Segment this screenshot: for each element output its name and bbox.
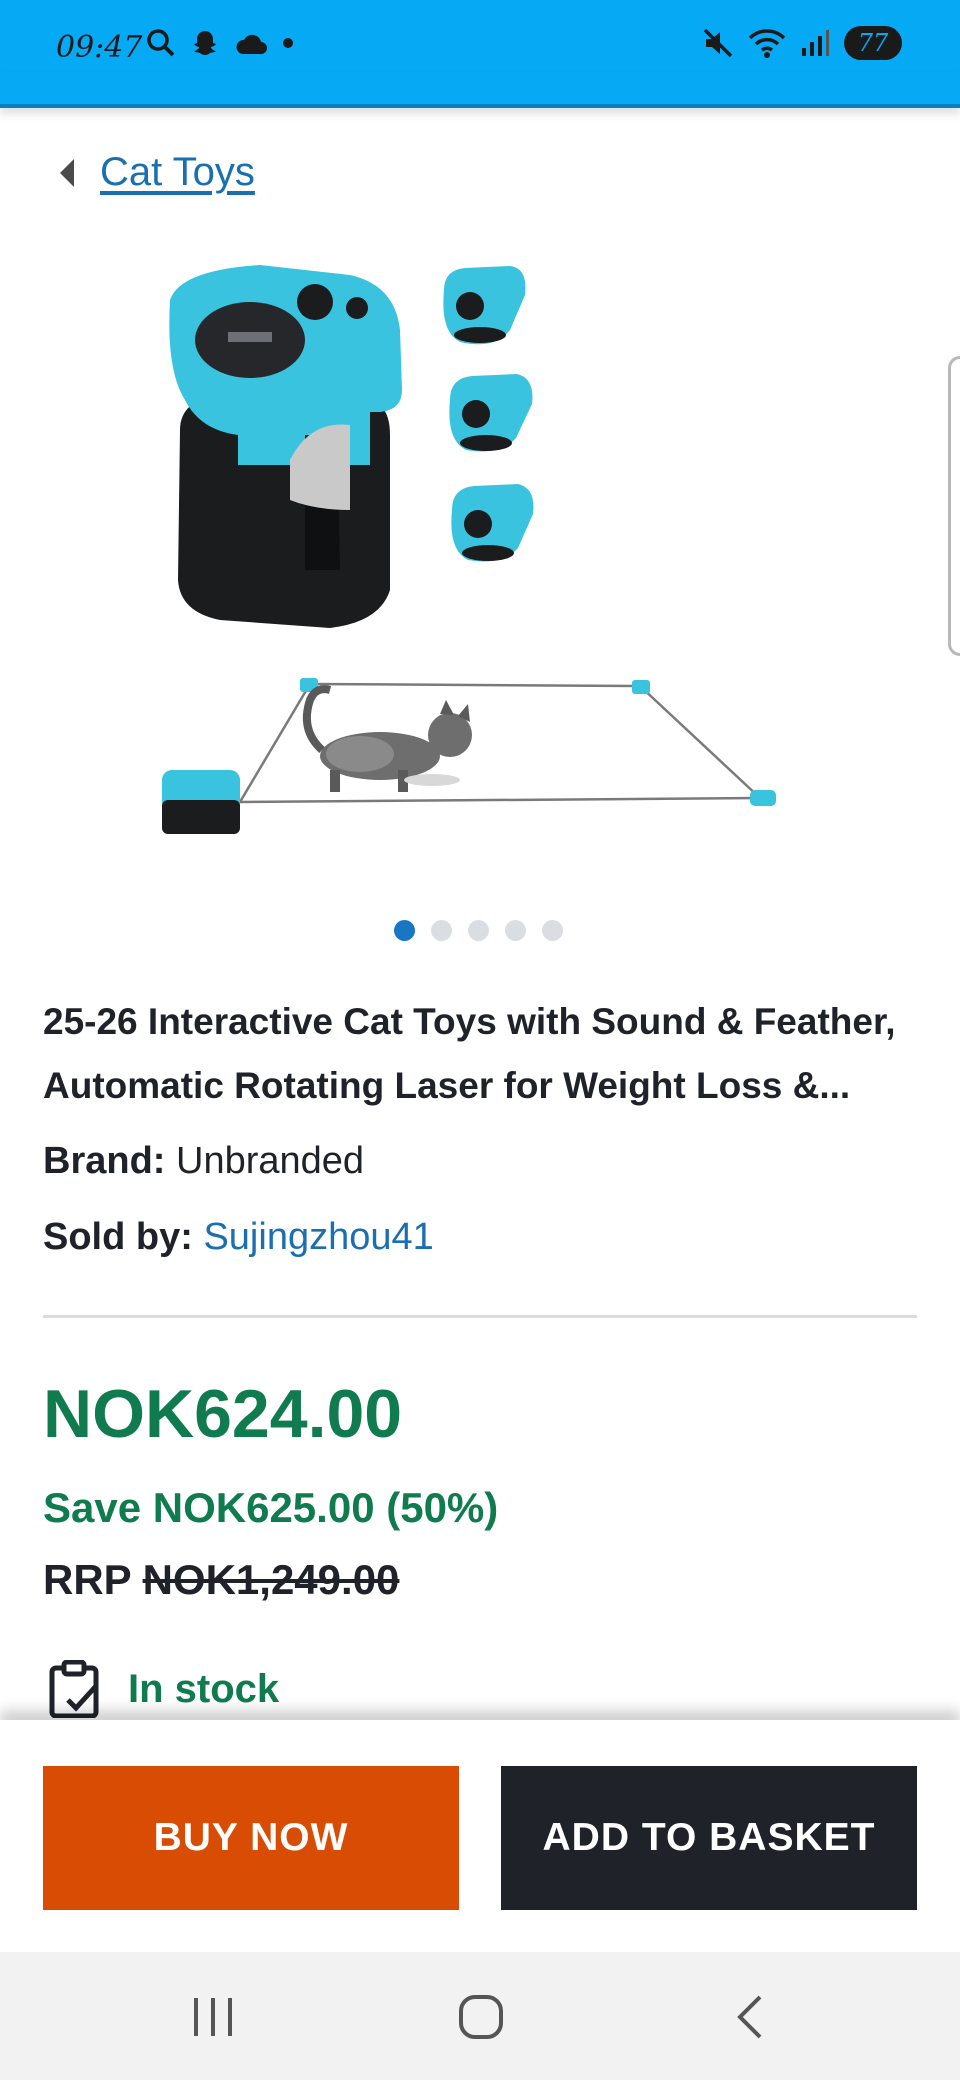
notification-dot-icon	[283, 38, 293, 48]
status-icons-right: 77	[702, 26, 902, 60]
rrp-value: NOK1,249.00	[142, 1556, 400, 1603]
header-strip	[0, 72, 960, 108]
status-bar: 09:47 77	[0, 0, 960, 72]
back-button[interactable]	[705, 1982, 795, 2052]
breadcrumb[interactable]: Cat Toys	[60, 150, 255, 195]
back-icon	[737, 1995, 762, 2039]
mute-icon	[703, 28, 733, 58]
status-icons-left	[146, 28, 294, 58]
brand-line: Brand: Unbranded	[43, 1140, 364, 1183]
clip-mini-2	[632, 680, 650, 694]
signal-icon	[802, 30, 829, 56]
battery-indicator: 77	[844, 26, 902, 60]
brand-value: Unbranded	[176, 1140, 365, 1182]
add-to-basket-button[interactable]: ADD TO BASKET	[501, 1766, 917, 1910]
scroll-handle[interactable]	[948, 356, 960, 656]
seller-link[interactable]: Sujingzhou41	[203, 1216, 433, 1258]
buy-now-button[interactable]: BUY NOW	[43, 1766, 459, 1910]
carousel-dots	[394, 920, 563, 941]
stock-text: In stock	[128, 1666, 280, 1711]
recents-button[interactable]	[168, 1982, 258, 2052]
system-nav-bar	[0, 1952, 960, 2080]
mini-unit-illustration	[162, 770, 240, 834]
clipboard-check-icon	[49, 1660, 99, 1718]
laser-unit-illustration	[169, 265, 402, 628]
breadcrumb-link-cat-toys[interactable]: Cat Toys	[100, 150, 255, 195]
carousel-dot[interactable]	[505, 920, 526, 941]
clip-illustration-1	[443, 266, 526, 345]
stock-status: In stock	[48, 1660, 279, 1718]
snapchat-icon	[194, 31, 216, 55]
save-amount: Save NOK625.00 (50%)	[43, 1484, 499, 1531]
cat-illustration	[303, 685, 472, 792]
seller-line: Sold by: Sujingzhou41	[43, 1216, 434, 1259]
home-icon	[459, 1995, 503, 2039]
carousel-dot[interactable]	[394, 920, 415, 941]
carousel-dot[interactable]	[468, 920, 489, 941]
product-title: 25-26 Interactive Cat Toys with Sound & …	[43, 1001, 896, 1106]
seller-label: Sold by:	[43, 1216, 193, 1258]
cloud-icon	[236, 34, 267, 54]
wifi-icon	[748, 29, 786, 58]
search-icon	[147, 29, 175, 57]
rrp-label: RRP	[43, 1556, 131, 1603]
product-image[interactable]	[140, 260, 820, 840]
rrp-line: RRP NOK1,249.00	[43, 1556, 399, 1604]
clip-mini-3	[750, 790, 776, 806]
clip-illustration-2	[449, 374, 533, 452]
divider	[43, 1315, 917, 1318]
carousel-dot[interactable]	[431, 920, 452, 941]
home-button[interactable]	[436, 1982, 526, 2052]
brand-label: Brand:	[43, 1140, 166, 1182]
product-price: NOK624.00	[43, 1376, 403, 1452]
status-time: 09:47	[56, 30, 143, 65]
carousel-dot[interactable]	[542, 920, 563, 941]
back-arrow-icon[interactable]	[60, 158, 74, 187]
action-bar: BUY NOW ADD TO BASKET	[0, 1720, 960, 1952]
recents-icon	[194, 1998, 232, 2036]
clip-illustration-3	[451, 484, 534, 562]
